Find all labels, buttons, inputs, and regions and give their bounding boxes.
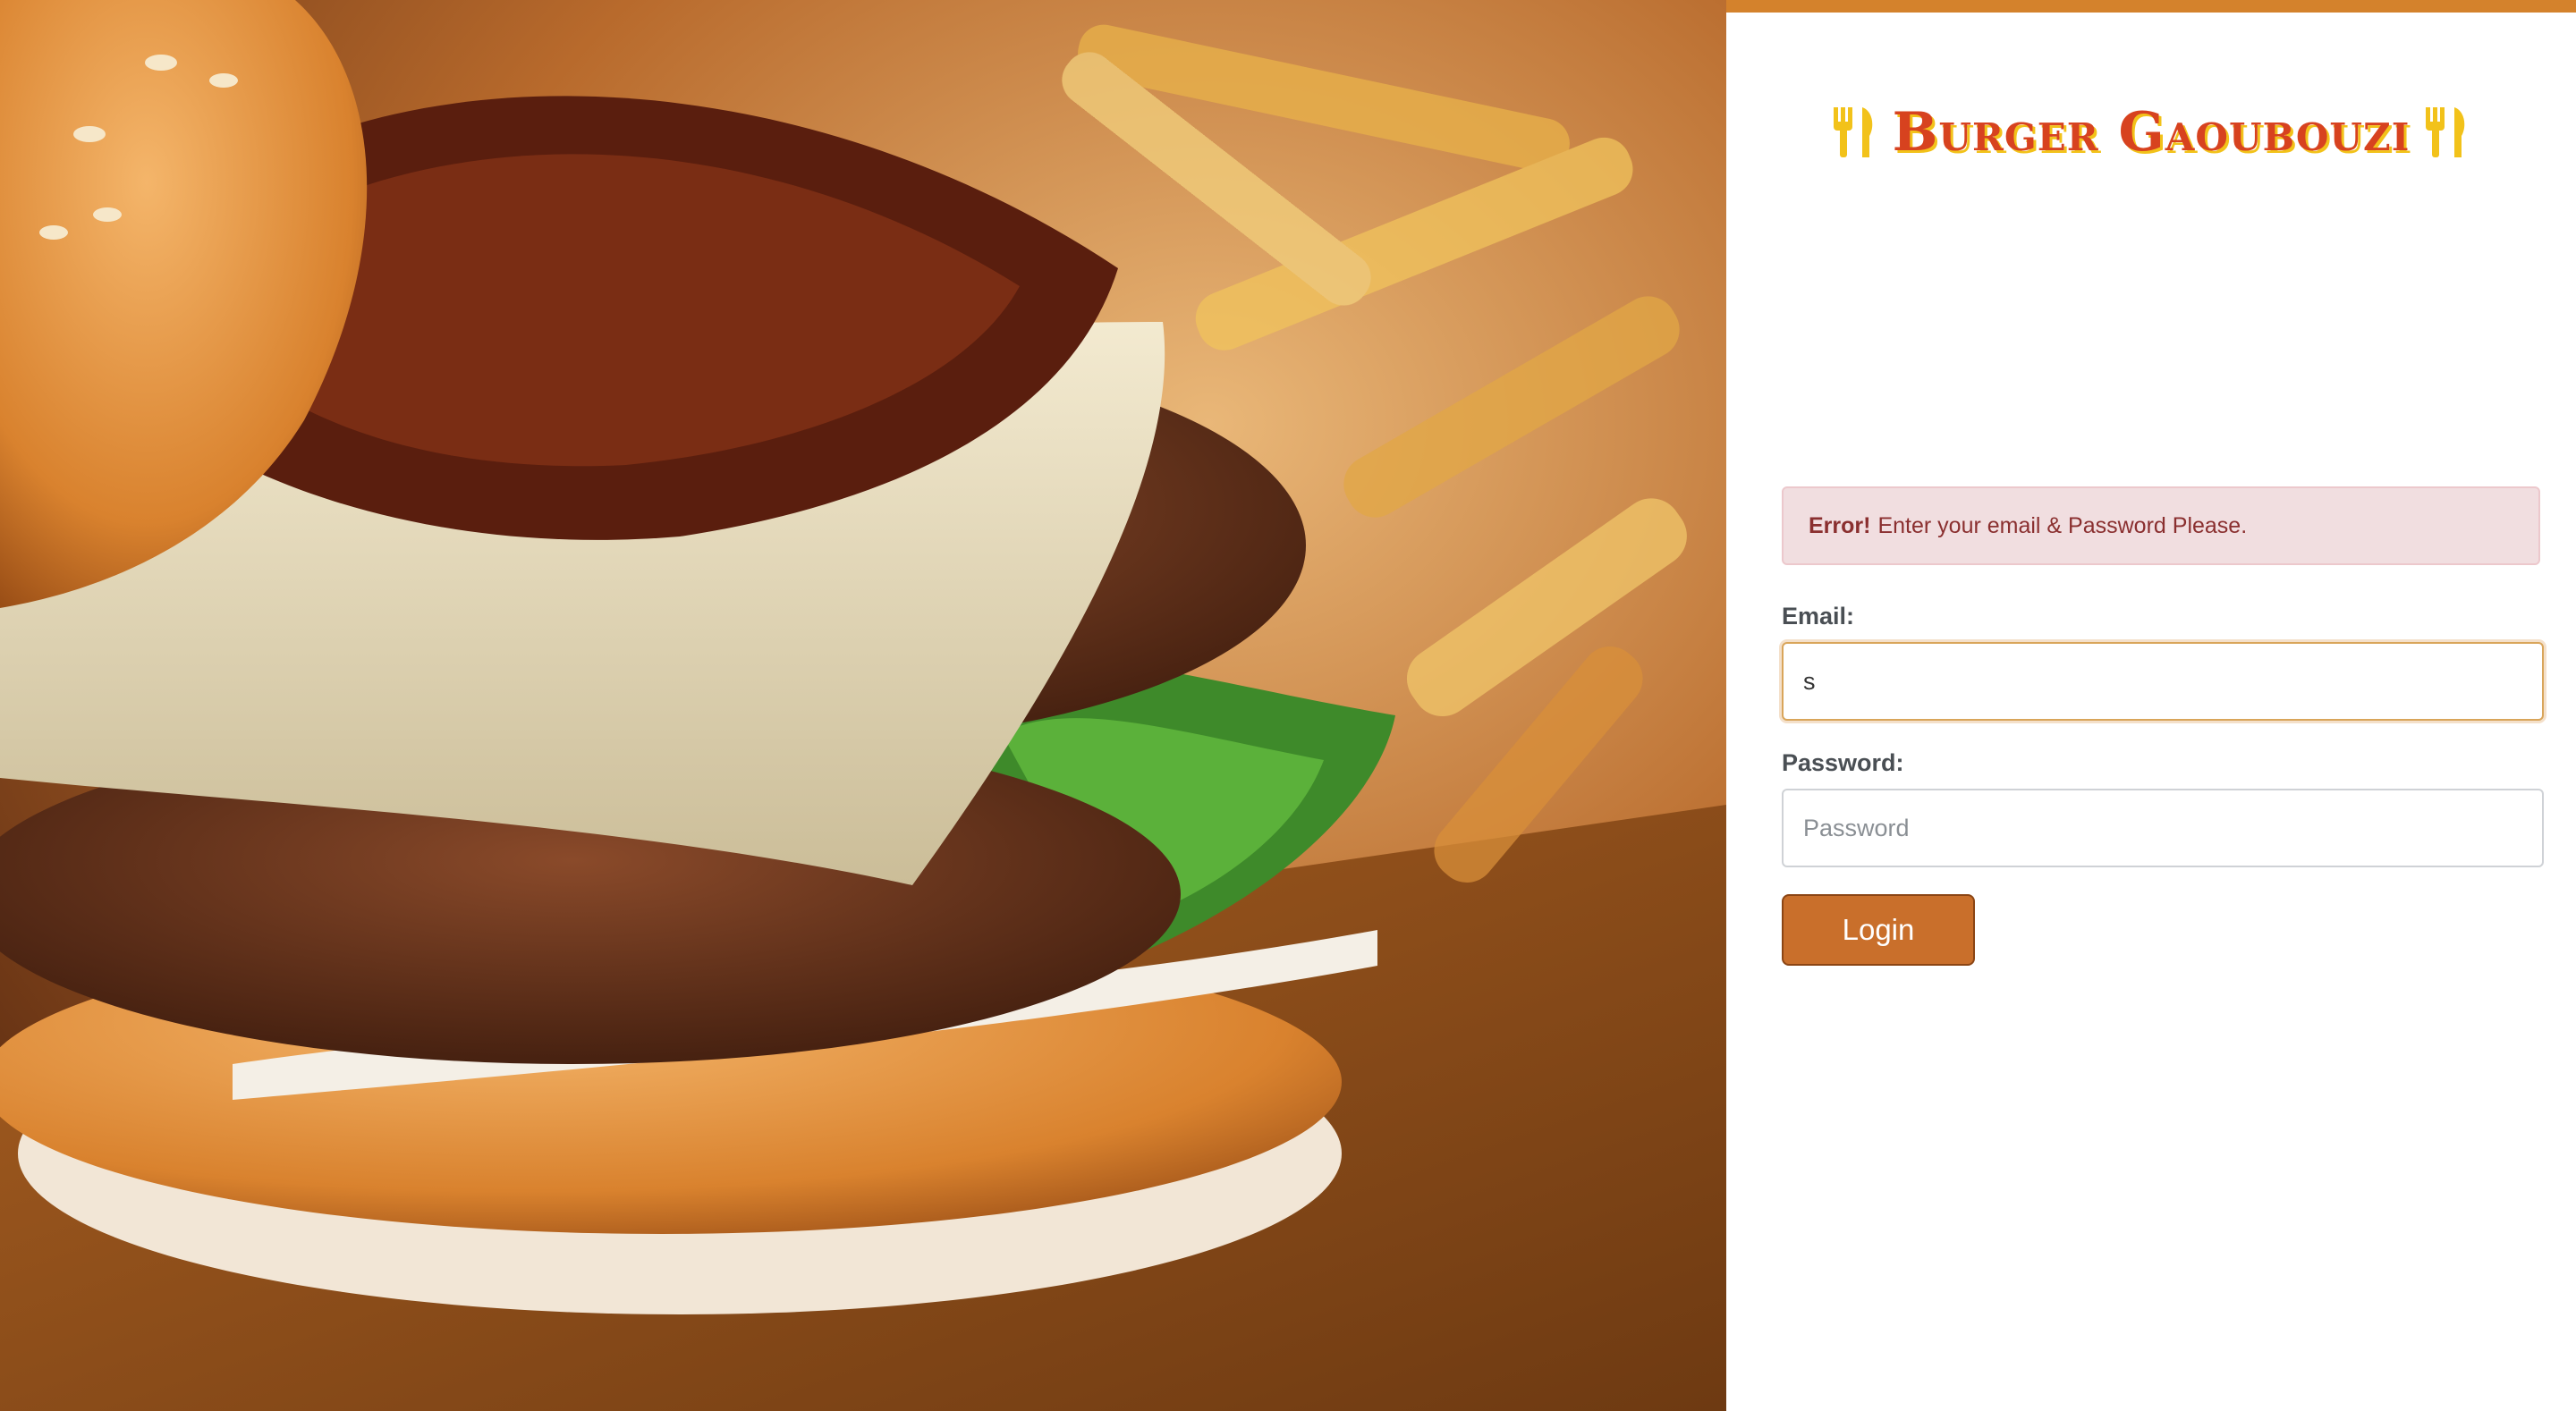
login-panel: Burger Gaoubouzi Error! Enter your email… — [1726, 0, 2576, 1411]
login-button[interactable]: Login — [1782, 894, 1975, 966]
brand-title: Burger Gaoubouzi — [1892, 101, 2411, 164]
utensils-icon — [2422, 106, 2472, 159]
login-page: Burger Gaoubouzi Error! Enter your email… — [0, 0, 2576, 1411]
brand-header: Burger Gaoubouzi — [1726, 97, 2576, 168]
password-label: Password: — [1782, 749, 1904, 776]
hero-image — [0, 0, 1726, 1411]
error-alert-message: Enter your email & Password Please. — [1877, 512, 2248, 538]
burger-photo — [0, 0, 1726, 1411]
error-alert: Error! Enter your email & Password Pleas… — [1782, 486, 2540, 565]
password-field[interactable] — [1782, 789, 2544, 867]
email-field[interactable] — [1782, 642, 2544, 721]
error-alert-strong: Error! — [1809, 512, 1871, 538]
accent-bar — [1726, 0, 2576, 13]
utensils-icon — [1830, 106, 1880, 159]
email-label: Email: — [1782, 603, 1855, 629]
